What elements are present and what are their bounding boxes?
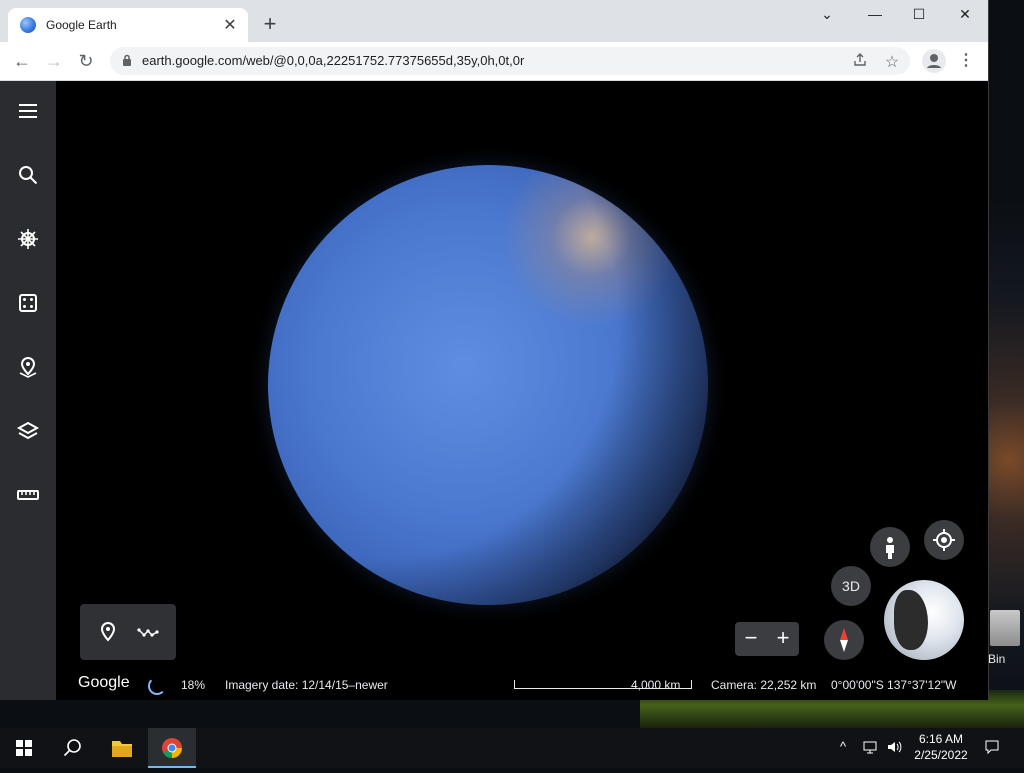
- url-text: earth.google.com/web/@0,0,0a,22251752.77…: [142, 53, 525, 68]
- google-earth-app: 3D − + Google 18% Imagery date: 12/14/15…: [0, 81, 988, 700]
- toggle-3d-button[interactable]: 3D: [831, 566, 871, 606]
- tab-close-button[interactable]: ✕: [220, 15, 240, 35]
- zoom-controls: − +: [735, 622, 799, 656]
- my-location-icon[interactable]: [924, 520, 964, 560]
- earth-globe-shading: [268, 165, 708, 605]
- drawing-tools-panel: [80, 604, 176, 660]
- tray-chevron-up-icon[interactable]: ^: [840, 739, 846, 754]
- reload-icon[interactable]: ↻: [74, 50, 98, 72]
- mini-globe-map[interactable]: [884, 580, 964, 660]
- more-menu-icon[interactable]: ⋮: [958, 50, 974, 72]
- street-view-pegman-icon[interactable]: [870, 527, 910, 567]
- zoom-out-button[interactable]: −: [735, 622, 767, 656]
- load-progress: 18%: [181, 678, 206, 692]
- scale-label: 4,000 km: [631, 678, 681, 692]
- feeling-lucky-icon[interactable]: [14, 289, 42, 317]
- tab-strip: Google Earth ✕ + ⌄ — ☐ ✕: [0, 0, 988, 42]
- imagery-date: Imagery date: 12/14/15–newer: [225, 678, 388, 692]
- lock-icon: [123, 54, 131, 66]
- projects-icon[interactable]: [14, 353, 42, 381]
- earth-status-bar: Google 18% Imagery date: 12/14/15–newer …: [56, 672, 988, 700]
- recycle-bin-label: Bin: [988, 652, 1006, 666]
- measure-icon[interactable]: [14, 481, 42, 509]
- tab-search-button[interactable]: ⌄: [812, 6, 842, 26]
- zoom-in-button[interactable]: +: [767, 622, 799, 656]
- map-style-icon[interactable]: [14, 417, 42, 445]
- back-arrow-icon[interactable]: ←: [10, 50, 34, 72]
- forward-arrow-icon[interactable]: →: [42, 50, 66, 72]
- tab-google-earth[interactable]: Google Earth ✕: [8, 8, 248, 42]
- start-icon[interactable]: [0, 728, 48, 768]
- address-bar[interactable]: earth.google.com/web/@0,0,0a,22251752.77…: [110, 47, 910, 75]
- google-earth-favicon-icon: [20, 17, 36, 33]
- google-logo: Google: [78, 674, 130, 691]
- taskbar: ^ 6:16 AM 2/25/2022: [0, 728, 1024, 768]
- maximize-button[interactable]: ☐: [904, 6, 934, 26]
- browser-window: Google Earth ✕ + ⌄ — ☐ ✕ ← → ↻ earth.goo…: [0, 0, 989, 700]
- coordinates: 0°00'00"S 137°37'12"W: [831, 678, 957, 692]
- minimize-button[interactable]: —: [860, 6, 890, 26]
- close-window-button[interactable]: ✕: [950, 6, 980, 26]
- search-icon[interactable]: [14, 161, 42, 189]
- notifications-icon[interactable]: [984, 739, 1000, 758]
- volume-icon[interactable]: [886, 739, 904, 758]
- earth-sidebar: [0, 81, 56, 700]
- network-icon[interactable]: [862, 739, 878, 758]
- camera-altitude: Camera: 22,252 km: [711, 678, 817, 692]
- taskbar-clock[interactable]: 6:16 AM 2/25/2022: [906, 731, 976, 763]
- menu-icon[interactable]: [14, 97, 42, 125]
- clock-time: 6:16 AM: [918, 732, 964, 746]
- new-tab-button[interactable]: +: [258, 12, 282, 36]
- clock-date: 2/25/2022: [914, 748, 968, 762]
- tab-title: Google Earth: [46, 18, 117, 32]
- taskbar-search-icon[interactable]: [48, 728, 96, 768]
- draw-line-icon[interactable]: [136, 620, 160, 644]
- voyager-icon[interactable]: [14, 225, 42, 253]
- file-explorer-icon[interactable]: [98, 728, 146, 768]
- add-placemark-icon[interactable]: [96, 620, 120, 644]
- recycle-bin-icon[interactable]: [990, 610, 1020, 646]
- share-icon[interactable]: [850, 52, 870, 70]
- chrome-icon[interactable]: [148, 728, 196, 768]
- browser-toolbar: ← → ↻ earth.google.com/web/@0,0,0a,22251…: [0, 42, 988, 81]
- mini-globe-land: [894, 590, 928, 650]
- loading-spinner-icon: [148, 677, 166, 695]
- compass-icon[interactable]: [824, 620, 864, 660]
- bookmark-star-icon[interactable]: ☆: [882, 52, 902, 71]
- profile-avatar-icon[interactable]: [922, 49, 946, 73]
